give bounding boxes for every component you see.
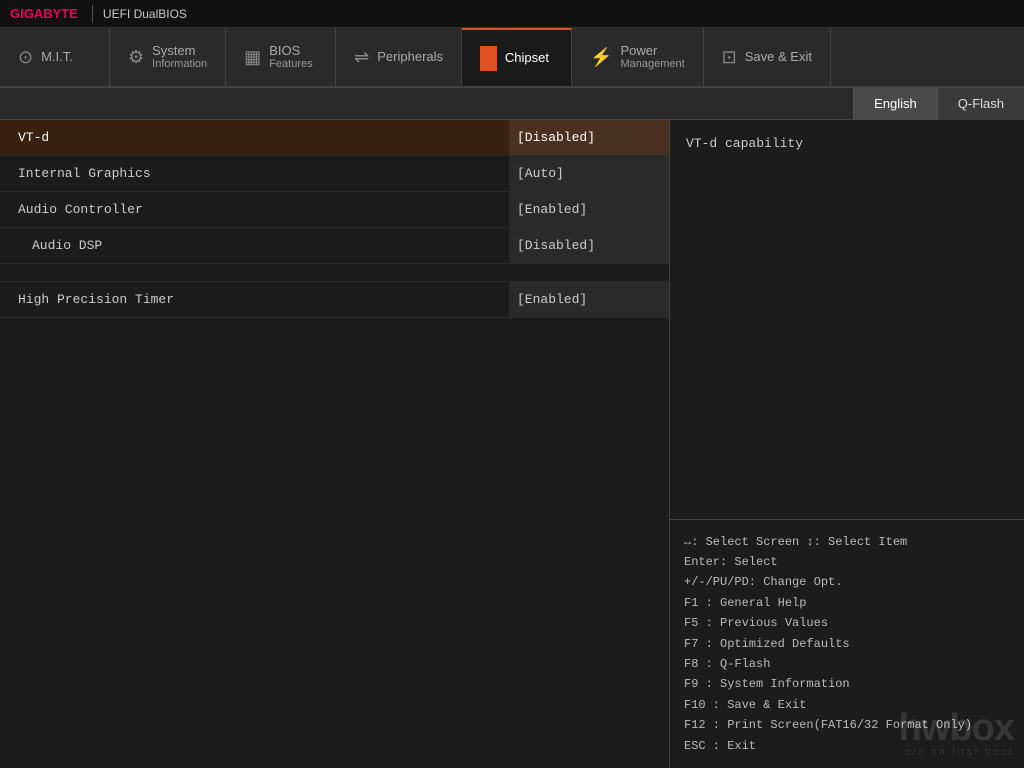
help-text-area: VT-d capability (670, 120, 1024, 520)
peripherals-icon: ⇌ (354, 47, 369, 68)
chipset-icon: ■ (480, 46, 497, 71)
shortcut-line: F9 : System Information (684, 674, 1010, 694)
setting-name-audio-ctrl: Audio Controller (0, 202, 509, 217)
main-content: VT-d [Disabled] Internal Graphics [Auto]… (0, 120, 1024, 768)
tab-mit-label: M.I.T. (41, 49, 73, 64)
setting-name-vtd: VT-d (0, 130, 509, 145)
shortcut-line: F12 : Print Screen(FAT16/32 Format Only) (684, 715, 1010, 735)
table-row[interactable]: High Precision Timer [Enabled] (0, 282, 669, 318)
power-icon: ⚡ (590, 47, 612, 68)
tab-bios-features-label: BIOS (269, 43, 300, 58)
tab-system-info[interactable]: ⚙ System Information (110, 28, 226, 86)
save-exit-icon: ⊡ (722, 47, 737, 68)
settings-panel: VT-d [Disabled] Internal Graphics [Auto]… (0, 120, 670, 768)
tab-peripherals[interactable]: ⇌ Peripherals (336, 28, 462, 86)
tab-peripherals-label: Peripherals (377, 49, 443, 64)
right-panel: VT-d capability ↔: Select Screen ↕: Sele… (670, 120, 1024, 768)
bios-features-icon: ▦ (244, 47, 261, 68)
tab-system-info-label: System (152, 43, 195, 58)
table-row[interactable]: Internal Graphics [Auto] (0, 156, 669, 192)
setting-value-hpet: [Enabled] (509, 282, 669, 317)
tab-power-label: Power (620, 43, 657, 58)
setting-value-igfx: [Auto] (509, 156, 669, 191)
shortcut-line: ↔: Select Screen ↕: Select Item (684, 532, 1010, 552)
setting-name-igfx: Internal Graphics (0, 166, 509, 181)
tab-mit[interactable]: ⊙ M.I.T. (0, 28, 110, 86)
help-text: VT-d capability (686, 136, 803, 151)
shortcut-line: F8 : Q-Flash (684, 654, 1010, 674)
setting-value-audio-dsp: [Disabled] (509, 228, 669, 263)
tab-save-exit[interactable]: ⊡ Save & Exit (704, 28, 831, 86)
setting-name-hpet: High Precision Timer (0, 292, 509, 307)
settings-table: VT-d [Disabled] Internal Graphics [Auto]… (0, 120, 669, 318)
setting-name-audio-dsp: Audio DSP (0, 238, 509, 253)
shortcut-line: Enter: Select (684, 552, 1010, 572)
tab-chipset-label: Chipset (505, 50, 549, 65)
shortcut-line: +/-/PU/PD: Change Opt. (684, 572, 1010, 592)
header-divider (92, 5, 93, 23)
tab-bios-features[interactable]: ▦ BIOS Features (226, 28, 336, 86)
brand-logo: GIGABYTE (10, 6, 78, 21)
qflash-button[interactable]: Q-Flash (937, 88, 1024, 120)
header-bar: GIGABYTE UEFI DualBIOS (0, 0, 1024, 28)
lang-bar: English Q-Flash (0, 88, 1024, 120)
table-row[interactable]: Audio Controller [Enabled] (0, 192, 669, 228)
shortcut-line: F5 : Previous Values (684, 613, 1010, 633)
table-row[interactable]: VT-d [Disabled] (0, 120, 669, 156)
nav-tabs: ⊙ M.I.T. ⚙ System Information ▦ BIOS Fea… (0, 28, 1024, 88)
shortcut-line: ESC : Exit (684, 736, 1010, 756)
tab-power-mgmt[interactable]: ⚡ Power Management (572, 28, 704, 86)
english-button[interactable]: English (853, 88, 937, 120)
tab-system-info-sublabel: Information (152, 58, 207, 71)
tab-save-exit-label: Save & Exit (745, 49, 812, 64)
shortcut-line: F1 : General Help (684, 593, 1010, 613)
system-info-icon: ⚙ (128, 47, 144, 68)
tab-bios-features-sublabel: Features (269, 58, 312, 71)
mit-icon: ⊙ (18, 47, 33, 68)
setting-value-audio-ctrl: [Enabled] (509, 192, 669, 227)
shortcut-line: F7 : Optimized Defaults (684, 634, 1010, 654)
shortcuts-area: ↔: Select Screen ↕: Select ItemEnter: Se… (670, 520, 1024, 768)
settings-spacer (0, 264, 669, 282)
shortcut-line: F10 : Save & Exit (684, 695, 1010, 715)
uefi-label: UEFI DualBIOS (103, 7, 187, 21)
setting-value-vtd: [Disabled] (509, 120, 669, 155)
tab-chipset[interactable]: ■ Chipset (462, 28, 572, 86)
table-row[interactable]: Audio DSP [Disabled] (0, 228, 669, 264)
tab-power-sublabel: Management (620, 58, 684, 71)
